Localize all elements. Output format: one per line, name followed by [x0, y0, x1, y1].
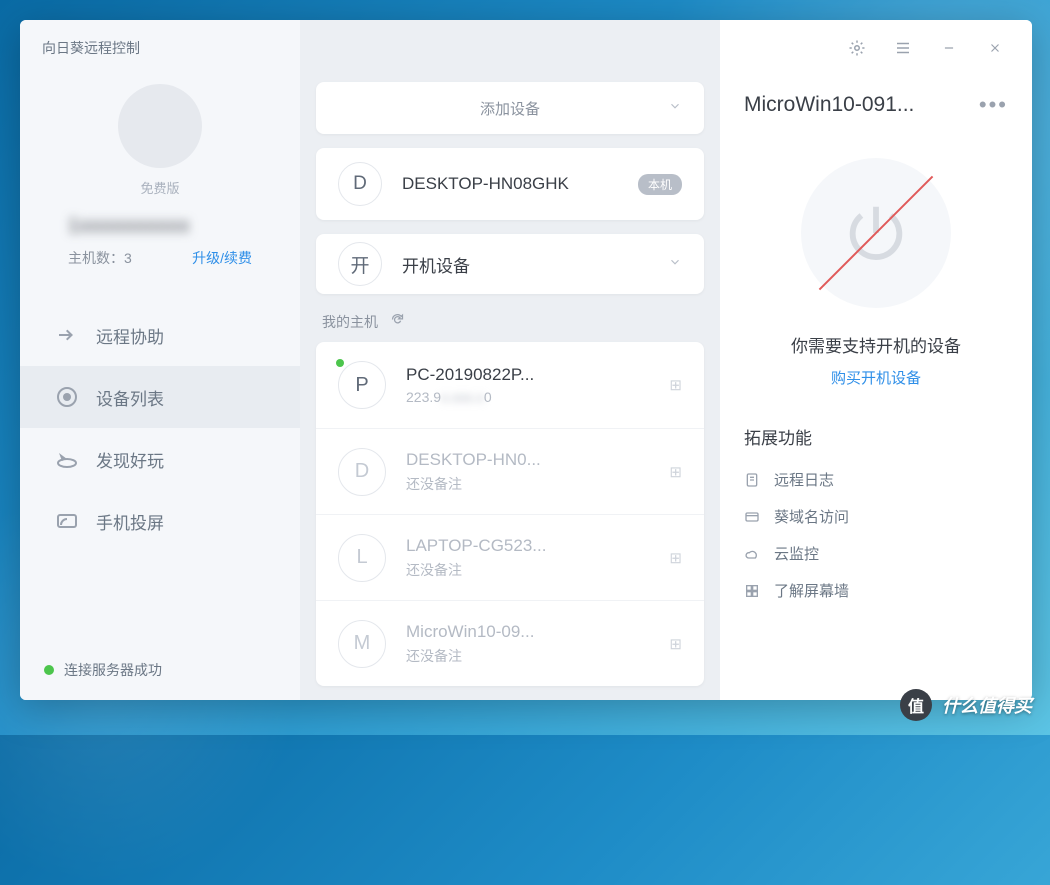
local-badge: 本机: [638, 174, 682, 195]
nav-screen-cast[interactable]: 手机投屏: [20, 490, 300, 552]
nav-discover[interactable]: 发现好玩: [20, 428, 300, 490]
account-id: 1xxxxxxxxxx: [68, 215, 252, 238]
watermark-text: 什么值得买: [942, 692, 1032, 718]
slash-icon: [819, 176, 934, 291]
status-text: 连接服务器成功: [64, 660, 162, 680]
power-message: 你需要支持开机的设备: [791, 332, 961, 357]
host-sub: 还没备注: [406, 560, 649, 580]
local-device-card[interactable]: D DESKTOP-HN08GHK 本机: [316, 148, 704, 220]
watermark: 值 什么值得买: [900, 689, 1032, 721]
ext-domain-access[interactable]: 葵域名访问: [744, 498, 1008, 535]
boot-letter: 开: [338, 242, 382, 286]
extensions-title: 拓展功能: [744, 424, 1008, 449]
nav-label: 发现好玩: [96, 447, 164, 472]
upgrade-link[interactable]: 升级/续费: [192, 248, 252, 268]
power-area: 你需要支持开机的设备 购买开机设备: [744, 158, 1008, 388]
host-item[interactable]: L LAPTOP-CG523... 还没备注 ⊞: [316, 514, 704, 600]
watermark-icon: 值: [900, 689, 932, 721]
ext-label: 葵域名访问: [774, 506, 849, 527]
discover-icon: [54, 446, 80, 472]
nav-label: 设备列表: [96, 385, 164, 410]
add-device-button[interactable]: 添加设备: [316, 82, 704, 134]
host-letter: D: [338, 448, 386, 496]
host-letter: L: [338, 534, 386, 582]
settings-icon[interactable]: [848, 39, 866, 57]
section-title: 我的主机: [322, 312, 378, 332]
windows-icon: ⊞: [669, 376, 682, 394]
my-hosts-header: 我的主机: [316, 294, 704, 342]
titlebar: 向日葵远程控制: [20, 20, 300, 76]
profile-section: 免费版: [20, 76, 300, 215]
host-name: MicroWin10-09...: [406, 622, 649, 642]
ext-screen-wall[interactable]: 了解屏幕墙: [744, 572, 1008, 609]
plan-badge: 免费版: [140, 178, 179, 197]
avatar[interactable]: [118, 84, 202, 168]
cloud-icon: [744, 546, 762, 562]
host-sub: 还没备注: [406, 646, 649, 666]
nav-remote-assist[interactable]: 远程协助: [20, 304, 300, 366]
chevron-down-icon: [668, 99, 682, 118]
ext-label: 远程日志: [774, 469, 834, 490]
host-item[interactable]: M MicroWin10-09... 还没备注 ⊞: [316, 600, 704, 686]
boot-device-button[interactable]: 开 开机设备: [316, 234, 704, 294]
remote-assist-icon: [54, 322, 80, 348]
windows-icon: ⊞: [669, 463, 682, 481]
document-icon: [744, 472, 762, 488]
nav-label: 远程协助: [96, 323, 164, 348]
grid-icon: [744, 583, 762, 599]
host-name: PC-20190822P...: [406, 365, 649, 385]
app-title: 向日葵远程控制: [42, 38, 140, 58]
device-letter: D: [338, 162, 382, 206]
online-dot-icon: [336, 359, 344, 367]
nav: 远程协助 设备列表 发现好玩 手机投屏: [20, 304, 300, 552]
device-list-icon: [54, 384, 80, 410]
chevron-down-icon: [668, 255, 682, 274]
ext-label: 了解屏幕墙: [774, 580, 849, 601]
window-controls: [820, 20, 1032, 76]
add-device-label: 添加设备: [480, 98, 540, 119]
ext-cloud-monitor[interactable]: 云监控: [744, 535, 1008, 572]
device-name: DESKTOP-HN08GHK: [402, 174, 618, 194]
nav-device-list[interactable]: 设备列表: [20, 366, 300, 428]
host-name: DESKTOP-HN0...: [406, 450, 649, 470]
windows-icon: ⊞: [669, 635, 682, 653]
boot-label: 开机设备: [402, 252, 470, 277]
host-letter: P: [338, 361, 386, 409]
status-bar: 连接服务器成功: [20, 640, 300, 700]
refresh-icon[interactable]: [390, 312, 405, 332]
host-sub: 还没备注: [406, 474, 649, 494]
hosts-count: 主机数：3: [68, 248, 132, 268]
menu-icon[interactable]: [894, 39, 912, 57]
host-list: P PC-20190822P... 223.9x.xxx.x0 ⊞ D DESK…: [316, 342, 704, 686]
center-column: 添加设备 D DESKTOP-HN08GHK 本机 开 开机设备 我的主机 P: [300, 20, 720, 700]
windows-icon: ⊞: [669, 549, 682, 567]
minimize-icon[interactable]: [940, 39, 958, 57]
sidebar: 向日葵远程控制 免费版 1xxxxxxxxxx 主机数：3 升级/续费 远程协助…: [20, 20, 300, 700]
screen-cast-icon: [54, 508, 80, 534]
extensions-section: 拓展功能 远程日志 葵域名访问 云监控 了解屏幕墙: [744, 424, 1008, 609]
account-section: 1xxxxxxxxxx 主机数：3 升级/续费: [20, 215, 300, 276]
selected-device-title: MicroWin10-091...: [744, 93, 914, 117]
close-icon[interactable]: [986, 39, 1004, 57]
buy-boot-device-link[interactable]: 购买开机设备: [831, 367, 921, 388]
host-letter: M: [338, 620, 386, 668]
more-icon[interactable]: •••: [979, 92, 1008, 118]
ext-label: 云监控: [774, 543, 819, 564]
right-panel: MicroWin10-091... ••• 你需要支持开机的设备 购买开机设备 …: [720, 20, 1032, 700]
status-dot-icon: [44, 665, 54, 675]
host-name: LAPTOP-CG523...: [406, 536, 649, 556]
nav-label: 手机投屏: [96, 509, 164, 534]
host-sub: 223.9x.xxx.x0: [406, 389, 649, 405]
app-window: 向日葵远程控制 免费版 1xxxxxxxxxx 主机数：3 升级/续费 远程协助…: [20, 20, 1032, 700]
card-icon: [744, 509, 762, 525]
power-icon: [801, 158, 951, 308]
host-item[interactable]: P PC-20190822P... 223.9x.xxx.x0 ⊞: [316, 342, 704, 428]
host-item[interactable]: D DESKTOP-HN0... 还没备注 ⊞: [316, 428, 704, 514]
ext-remote-log[interactable]: 远程日志: [744, 461, 1008, 498]
